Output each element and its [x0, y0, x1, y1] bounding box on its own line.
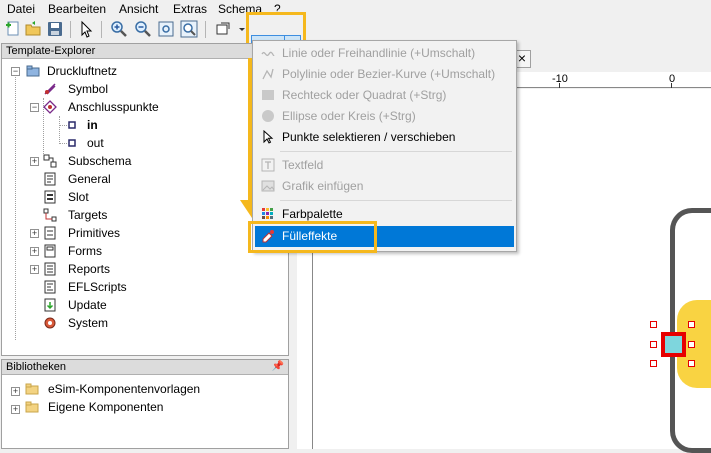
scripts-icon [44, 280, 56, 294]
tree-item-general[interactable]: General [43, 170, 243, 188]
zoom-area-icon[interactable] [180, 20, 198, 38]
select-arrow-icon[interactable] [77, 20, 95, 38]
selection-handle[interactable] [688, 341, 695, 348]
collapse-toggle[interactable]: − [11, 67, 20, 76]
tree-line [59, 116, 60, 142]
tree-item-reports[interactable]: Reports [43, 260, 243, 278]
system-icon [44, 317, 56, 329]
collapse-toggle[interactable]: − [30, 103, 39, 112]
highlight-box-menu-item [248, 221, 377, 253]
menu-datei[interactable]: Datei [7, 2, 35, 16]
tree-item-update[interactable]: Update [43, 296, 243, 314]
textfield-icon [261, 158, 275, 172]
tree-item-primitives[interactable]: Primitives [43, 224, 243, 242]
menu-item-rectangle[interactable]: Rechteck oder Quadrat (+Strg) [255, 85, 514, 106]
expand-toggle[interactable]: + [11, 405, 20, 414]
zoom-fit-icon[interactable] [157, 20, 175, 38]
folder-icon [25, 383, 39, 395]
point-icon [68, 121, 76, 129]
update-icon [44, 298, 56, 312]
expand-toggle[interactable]: + [30, 265, 39, 274]
library-item-eigene[interactable]: Eigene Komponenten [25, 398, 265, 416]
save-icon[interactable] [46, 20, 64, 38]
symbol-icon [44, 83, 56, 95]
ruler-tick [559, 83, 560, 88]
menu-separator [280, 200, 512, 201]
menu-item-polyline[interactable]: Polylinie oder Bezier-Kurve (+Umschalt) [255, 64, 514, 85]
library-item-esim[interactable]: eSim-Komponentenvorlagen [25, 380, 265, 398]
expand-toggle[interactable]: + [11, 387, 20, 396]
menu-item-select-points[interactable]: Punkte selektieren / verschieben [255, 127, 514, 148]
selection-handle[interactable] [650, 321, 657, 328]
tree-item-in[interactable]: in [68, 116, 168, 134]
zoom-in-icon[interactable] [110, 20, 128, 38]
selection-handle[interactable] [688, 321, 695, 328]
tree-item-slot[interactable]: Slot [43, 188, 243, 206]
ruler-tick [671, 83, 672, 88]
tree-item-eflscripts[interactable]: EFLScripts [43, 278, 243, 296]
ruler-label: 0 [669, 73, 676, 85]
zoom-out-icon[interactable] [134, 20, 152, 38]
select-points-icon [263, 130, 274, 144]
tree-item-out[interactable]: out [68, 134, 168, 152]
new-page-icon[interactable] [4, 20, 22, 38]
tree-line [59, 125, 67, 126]
selection-handle[interactable] [650, 341, 657, 348]
library-panel: Bibliotheken 📌 + eSim-Komponentenvorlage… [1, 359, 289, 449]
folder-icon [25, 401, 39, 413]
slot-icon [44, 190, 56, 204]
menu-ansicht[interactable]: Ansicht [119, 2, 158, 16]
shape-dropdown-icon[interactable] [214, 20, 232, 38]
toolbar-separator [101, 21, 102, 38]
color-palette-icon [262, 208, 273, 219]
tree-item-system[interactable]: System [43, 314, 243, 332]
toolbar-separator [70, 21, 71, 38]
menu-item-insert-graphic[interactable]: Grafik einfügen [255, 176, 514, 197]
subschema-icon [43, 154, 57, 168]
targets-icon [43, 208, 57, 222]
menu-separator [280, 151, 512, 152]
tree-item-symbol[interactable]: Symbol [43, 80, 243, 98]
image-icon [261, 180, 275, 192]
connection-icon [43, 100, 57, 114]
tree-item-anschlusspunkte[interactable]: Anschlusspunkte [43, 98, 243, 116]
menu-bearbeiten[interactable]: Bearbeiten [48, 2, 106, 16]
menu-item-line[interactable]: Linie oder Freihandlinie (+Umschalt) [255, 43, 514, 64]
tree-item-targets[interactable]: Targets [43, 206, 243, 224]
open-folder-icon[interactable] [24, 20, 42, 38]
rectangle-icon [262, 90, 274, 100]
ellipse-icon [262, 110, 274, 122]
library-title: Bibliotheken [2, 360, 288, 375]
template-explorer-title: Template-Explorer [2, 44, 288, 59]
selection-handle[interactable] [650, 360, 657, 367]
tree-item-druckluftnetz[interactable]: Druckluftnetz [26, 62, 226, 80]
folder-icon [26, 65, 40, 77]
reports-icon [44, 262, 56, 276]
expand-toggle[interactable]: + [30, 247, 39, 256]
general-icon [44, 172, 56, 186]
menu-item-textfield[interactable]: Textfeld [255, 155, 514, 176]
forms-icon [44, 244, 56, 258]
menu-item-ellipse[interactable]: Ellipse oder Kreis (+Strg) [255, 106, 514, 127]
tree-item-subschema[interactable]: Subschema [43, 152, 243, 170]
freehand-line-icon [261, 51, 275, 57]
expand-toggle[interactable]: + [30, 157, 39, 166]
point-icon [68, 139, 76, 147]
connection-port[interactable] [661, 332, 686, 357]
menu-bar: Datei Bearbeiten Ansicht Extras Schema ? [0, 0, 711, 17]
polyline-icon [262, 68, 274, 80]
tree-item-forms[interactable]: Forms [43, 242, 243, 260]
expand-toggle[interactable]: + [30, 229, 39, 238]
chevron-down-icon[interactable] [233, 20, 245, 38]
toolbar-separator [205, 21, 206, 38]
tree-line [59, 143, 67, 144]
menu-extras[interactable]: Extras [173, 2, 207, 16]
tree-line [15, 72, 16, 340]
selection-handle[interactable] [688, 360, 695, 367]
pin-icon[interactable]: 📌 [272, 361, 284, 372]
primitives-icon [44, 226, 56, 240]
